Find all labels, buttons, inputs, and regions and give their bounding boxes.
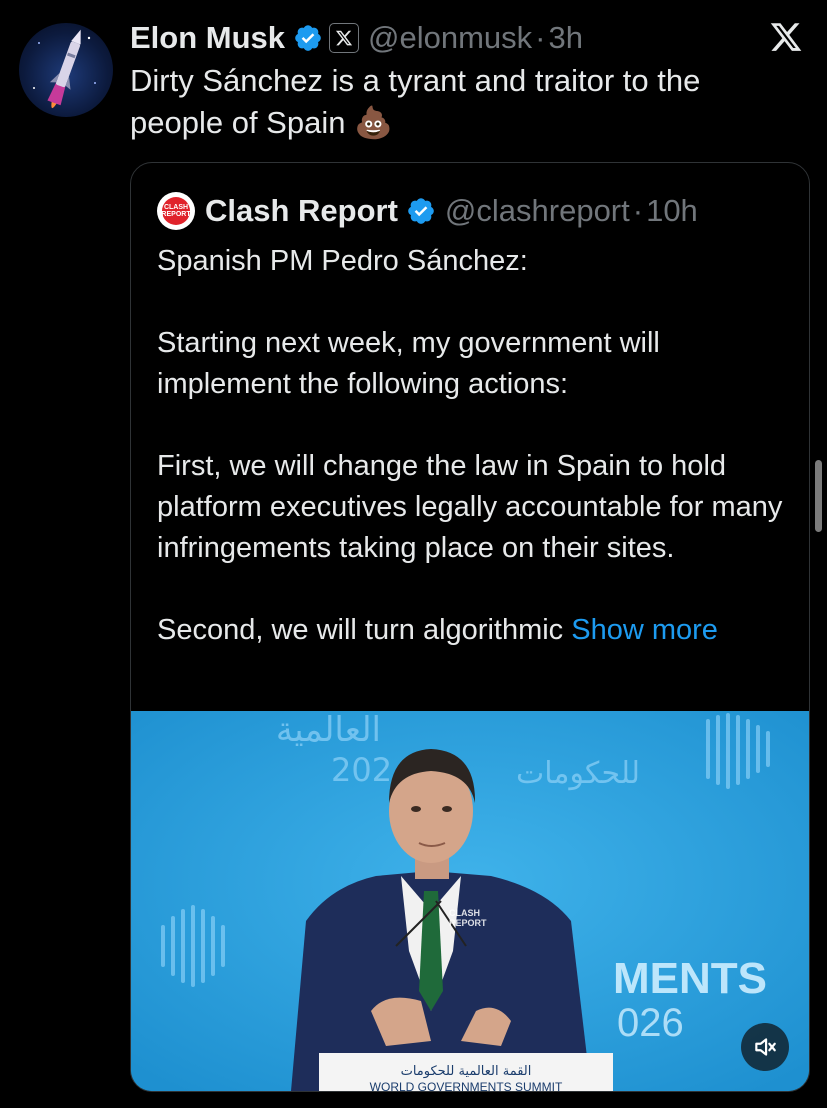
backdrop-summit-text: MENTS xyxy=(613,954,767,1003)
clash-report-logo-icon: CLASH REPORT xyxy=(161,197,191,225)
quoted-paragraph-last: Second, we will turn algorithmic Show mo… xyxy=(157,614,718,646)
watermark-text: REPORT xyxy=(449,918,487,928)
video-player[interactable]: العالمية 202 للحكومات MENTS 026 CLASH RE… xyxy=(131,711,809,1091)
quoted-tweet-text: Spanish PM Pedro Sánchez: Starting next … xyxy=(157,241,797,651)
scrollbar[interactable] xyxy=(815,460,822,532)
poop-emoji: 💩 xyxy=(354,105,393,140)
backdrop-arabic-text-2: للحكومات xyxy=(516,756,640,791)
podium-arabic-text: القمة العالمية للحكومات xyxy=(401,1064,532,1079)
podium: القمة العالمية للحكومات WORLD GOVERNMENT… xyxy=(319,1053,613,1091)
podium-english-text: WORLD GOVERNMENTS SUMMIT xyxy=(370,1080,563,1091)
affiliate-x-badge-icon xyxy=(329,23,360,53)
watermark-text: CLASH xyxy=(449,908,480,918)
clash-report-avatar[interactable]: CLASH REPORT xyxy=(157,192,195,230)
tweet-header: Elon Musk @elonmusk·3h xyxy=(130,18,583,58)
rocket-icon xyxy=(33,29,96,109)
mute-button[interactable] xyxy=(741,1023,789,1071)
avatar[interactable] xyxy=(19,23,113,117)
quoted-paragraph: Spanish PM Pedro Sánchez: xyxy=(157,245,528,277)
quoted-paragraph: First, we will change the law in Spain t… xyxy=(157,450,783,564)
show-more-link[interactable]: Show more xyxy=(571,614,718,646)
author-name[interactable]: Elon Musk xyxy=(130,20,285,56)
tweet-time[interactable]: 3h xyxy=(549,20,583,55)
author-handle[interactable]: @elonmusk·3h xyxy=(368,20,583,56)
verified-badge-icon xyxy=(295,25,321,51)
quoted-tweet-time[interactable]: 10h xyxy=(646,193,698,228)
quoted-tweet-card[interactable]: CLASH REPORT Clash Report @clashreport·10… xyxy=(130,162,810,1092)
quoted-author-handle[interactable]: @clashreport·10h xyxy=(445,193,698,229)
backdrop-arabic-text: العالمية xyxy=(276,711,381,750)
x-logo-icon[interactable] xyxy=(769,20,803,54)
backdrop-year-text: 202 xyxy=(331,751,392,789)
backdrop-summit-year: 026 xyxy=(617,1001,684,1045)
quoted-paragraph: Starting next week, my government will i… xyxy=(157,327,660,400)
video-frame: العالمية 202 للحكومات MENTS 026 CLASH RE… xyxy=(131,711,809,1091)
verified-badge-icon xyxy=(408,198,434,224)
quoted-author-name[interactable]: Clash Report xyxy=(205,193,398,229)
tweet-text: Dirty Sánchez is a tyrant and traitor to… xyxy=(130,63,701,140)
speaker-muted-icon xyxy=(755,1038,776,1056)
quoted-tweet-header: CLASH REPORT Clash Report @clashreport·10… xyxy=(157,191,698,231)
